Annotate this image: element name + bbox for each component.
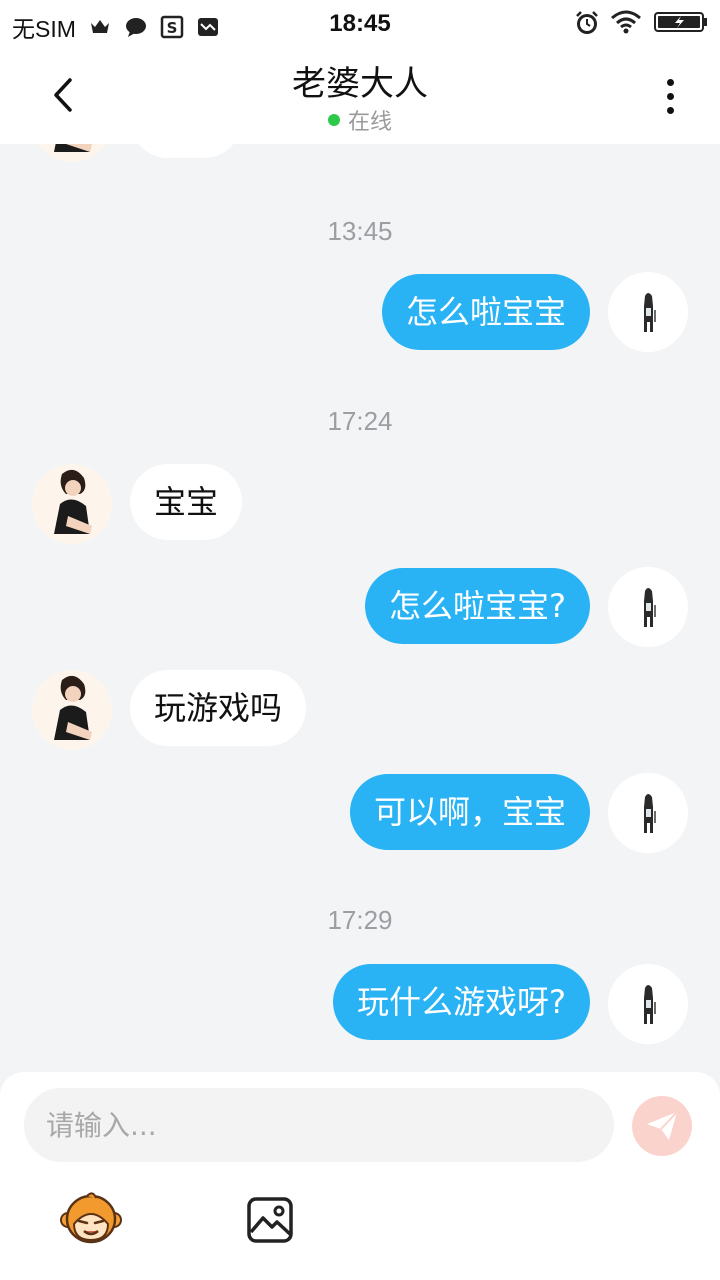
- girl-avatar-icon: [32, 670, 112, 750]
- emoji-button[interactable]: [60, 1190, 122, 1246]
- message-input[interactable]: [24, 1088, 614, 1162]
- online-status: 在线: [0, 104, 720, 136]
- outgoing-message-bubble[interactable]: 怎么啦宝宝?: [365, 568, 590, 644]
- more-dot-icon: [666, 106, 674, 114]
- contact-avatar[interactable]: [32, 144, 112, 162]
- outgoing-message-bubble[interactable]: 怎么啦宝宝: [381, 274, 590, 350]
- incoming-message-bubble[interactable]: 宝宝: [130, 464, 243, 540]
- battery-charging-icon: [654, 10, 708, 34]
- status-right: [574, 10, 708, 34]
- online-status-text: 在线: [347, 110, 392, 135]
- outgoing-message-bubble[interactable]: 玩什么游戏呀?: [333, 964, 590, 1040]
- monkey-emoji-icon: [60, 1192, 122, 1244]
- image-icon: [247, 1197, 293, 1243]
- outgoing-message-bubble[interactable]: 可以啊，宝宝: [349, 774, 590, 850]
- girl-avatar-icon: [32, 464, 112, 544]
- contact-avatar[interactable]: [32, 670, 112, 750]
- send-button[interactable]: [632, 1096, 692, 1156]
- chat-header: 老婆大人 在线: [0, 50, 720, 144]
- paper-plane-icon: [647, 1111, 678, 1140]
- incoming-message-bubble[interactable]: [130, 144, 242, 158]
- incoming-message-bubble[interactable]: 玩游戏吗: [130, 670, 307, 746]
- more-dot-icon: [666, 78, 674, 86]
- girl-avatar-icon: [38, 144, 106, 162]
- status-bar: 无SIM S 18:45: [0, 0, 720, 50]
- more-dot-icon: [666, 92, 674, 100]
- message-timestamp: 17:24: [327, 406, 393, 436]
- message-timestamp: 13:45: [327, 216, 393, 246]
- alarm-icon: [574, 10, 598, 34]
- my-avatar[interactable]: [608, 567, 688, 647]
- character-avatar-icon: [608, 272, 688, 352]
- character-avatar-icon: [608, 964, 688, 1044]
- my-avatar[interactable]: [608, 773, 688, 853]
- contact-name: 老婆大人: [292, 64, 428, 104]
- my-avatar[interactable]: [608, 272, 688, 352]
- message-list[interactable]: 13:45 怎么啦宝宝 17:24 宝宝 怎么啦宝宝? 玩游戏吗 可以啊，宝宝 …: [0, 144, 720, 1074]
- message-timestamp: 17:29: [327, 905, 393, 935]
- image-picker-button[interactable]: [246, 1196, 294, 1244]
- character-avatar-icon: [608, 773, 688, 853]
- online-dot-icon: [327, 114, 340, 126]
- more-options-button[interactable]: [646, 72, 694, 120]
- wifi-icon: [610, 10, 642, 34]
- my-avatar[interactable]: [608, 964, 688, 1044]
- character-avatar-icon: [608, 567, 688, 647]
- composer: [0, 1072, 720, 1280]
- contact-avatar[interactable]: [32, 464, 112, 544]
